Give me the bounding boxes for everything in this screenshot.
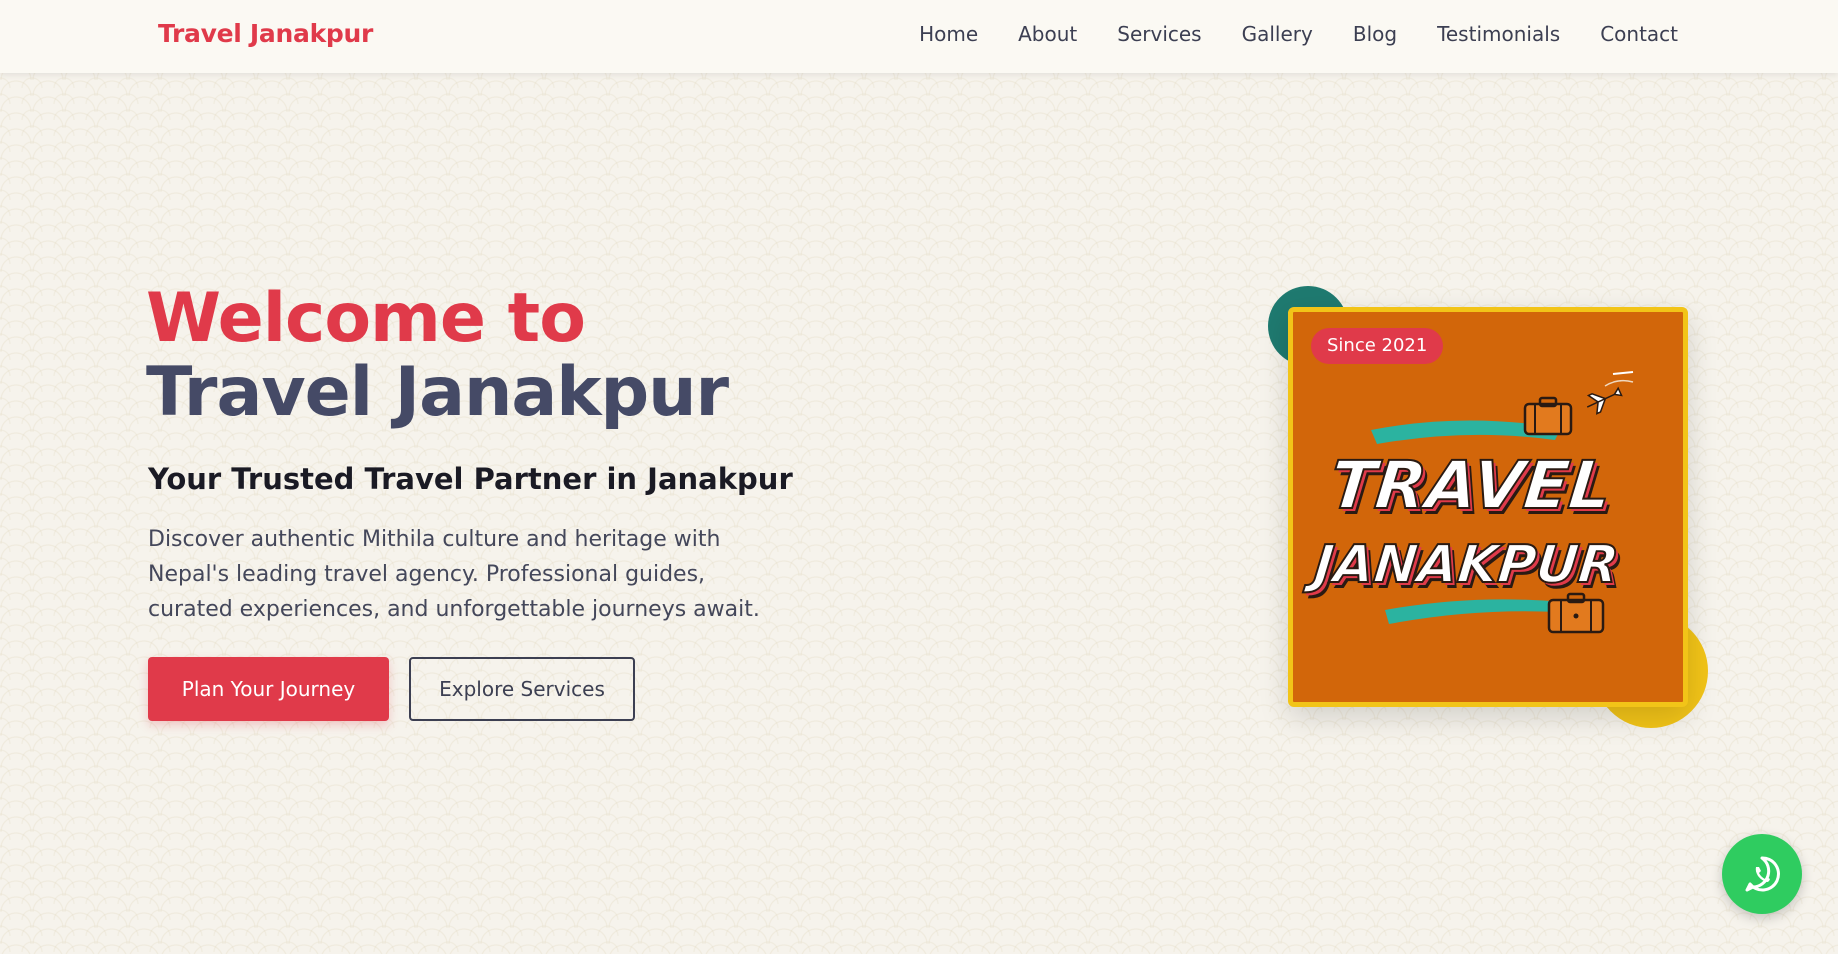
hero-subtitle: Your Trusted Travel Partner in Janakpur	[148, 462, 793, 496]
logo-word-travel: TRAVEL	[1326, 447, 1615, 524]
hero-title: Welcome to Travel Janakpur	[146, 279, 729, 432]
nav-link-gallery[interactable]: Gallery	[1242, 22, 1313, 46]
logo-word-janakpur: JANAKPUR	[1302, 535, 1621, 595]
brand-logo-link[interactable]: Travel Janakpur	[158, 19, 373, 48]
travel-janakpur-logo: TRAVEL TRAVEL TRAVEL JANAKPUR JANAKPUR J…	[1301, 371, 1634, 634]
nav-link-blog[interactable]: Blog	[1353, 22, 1397, 46]
nav-link-testimonials[interactable]: Testimonials	[1437, 22, 1560, 46]
hero-title-line2: Travel Janakpur	[146, 353, 729, 432]
hero-title-line1: Welcome to	[146, 279, 586, 358]
nav-link-services[interactable]: Services	[1117, 22, 1201, 46]
suitcase-icon-bottom	[1547, 592, 1605, 634]
suitcase-icon	[1523, 396, 1573, 436]
whatsapp-button[interactable]	[1722, 834, 1802, 914]
hero-description: Discover authentic Mithila culture and h…	[148, 527, 760, 622]
plan-journey-button[interactable]: Plan Your Journey	[148, 657, 389, 721]
nav-link-home[interactable]: Home	[919, 22, 978, 46]
since-badge: Since 2021	[1311, 328, 1444, 364]
hero-logo-card: TRAVEL TRAVEL TRAVEL JANAKPUR JANAKPUR J…	[1288, 307, 1688, 707]
logo-swoosh-bottom	[1385, 599, 1563, 624]
explore-services-button[interactable]: Explore Services	[409, 657, 635, 721]
main-nav: Home About Services Gallery Blog Testimo…	[919, 22, 1678, 46]
whatsapp-icon	[1745, 856, 1780, 892]
airplane-icon	[1586, 386, 1623, 415]
nav-link-contact[interactable]: Contact	[1600, 22, 1678, 46]
navbar: Travel Janakpur Home About Services Gall…	[0, 0, 1838, 73]
nav-link-about[interactable]: About	[1018, 22, 1077, 46]
